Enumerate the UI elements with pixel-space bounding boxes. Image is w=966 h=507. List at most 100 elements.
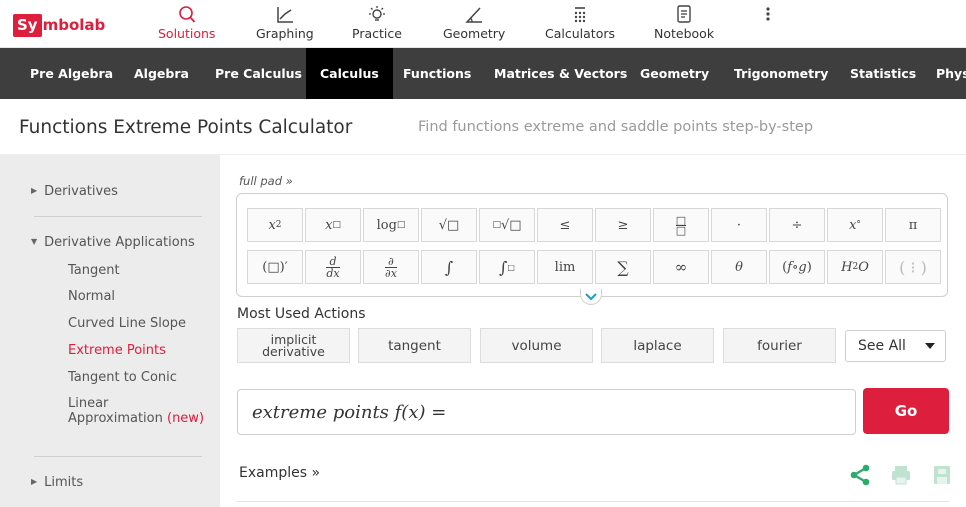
save-to-notebook-icon[interactable] [930,463,954,487]
share-icon[interactable] [848,463,872,487]
sidebar-item-label: Linear [68,396,109,411]
caret-right-icon: ▶ [31,477,38,486]
sidebar-item-derivatives[interactable]: ▶ Derivatives [31,184,118,199]
action-fourier[interactable]: fourier [723,328,836,363]
action-label: derivative [262,343,325,359]
search-icon [178,6,195,23]
go-button[interactable]: Go [863,388,949,434]
key-derivative[interactable]: d dx [305,250,361,284]
action-laplace[interactable]: laplace [601,328,714,363]
notebook-icon [677,5,691,23]
action-tangent[interactable]: tangent [358,328,471,363]
key-greater-equal[interactable]: ≥ [595,208,651,242]
subject-pre-algebra[interactable]: Pre Algebra [30,48,113,99]
full-pad-link[interactable]: full pad » [239,174,293,188]
sidebar-item-label: Limits [44,475,84,490]
nav-label: Notebook [654,26,715,41]
nav-label: Solutions [158,26,216,41]
sidebar-item-extreme-points[interactable]: Extreme Points [68,343,166,358]
key-matrix[interactable]: ( ⁝ ) [885,250,941,284]
key-fraction[interactable]: □ □ [653,208,709,242]
divider [237,501,949,502]
top-bar: Sy mbolab Solutions Graphing Practice Geo… [0,0,966,48]
subject-functions[interactable]: Functions [403,48,471,99]
graph-icon [277,7,293,23]
nav-solutions[interactable]: Solutions [158,5,215,45]
expand-keypad-button[interactable] [580,289,602,305]
more-menu[interactable] [757,5,779,45]
subject-calculus[interactable]: Calculus [306,48,393,99]
subject-pre-calculus[interactable]: Pre Calculus [215,48,302,99]
sidebar-item-normal[interactable]: Normal [68,289,115,304]
sidebar-divider [34,456,202,457]
nav-calculators[interactable]: Calculators [545,5,615,45]
nav-label: Calculators [545,26,615,41]
page-title: Functions Extreme Points Calculator [19,117,353,138]
key-limit[interactable]: lim [537,250,593,284]
subject-bar: Pre Algebra Algebra Pre Calculus Calculu… [0,48,966,99]
key-x-power[interactable]: x □ [305,208,361,242]
math-keypad: x2 x □ log □ √□ □ √□ ≤ ≥ □ □ · ÷ x ° π (□)′ d… [236,193,948,297]
subject-physics[interactable]: Phys [936,48,966,99]
subject-matrices-vectors[interactable]: Matrices & Vectors [494,48,627,99]
dropdown-arrow-icon [925,343,935,349]
nav-label: Geometry [443,26,506,41]
more-vertical-icon [766,7,770,21]
key-less-equal[interactable]: ≤ [537,208,593,242]
nav-graphing[interactable]: Graphing [256,5,314,45]
page-subtitle: Find functions extreme and saddle points… [418,119,814,135]
key-theta[interactable]: θ [711,250,767,284]
see-all-dropdown[interactable]: See All [845,330,946,362]
key-definite-integral[interactable]: ∫ □ [479,250,535,284]
caret-down-icon: ▼ [31,237,38,246]
action-implicit-derivative[interactable]: implicit derivative [237,328,350,363]
nav-geometry[interactable]: Geometry [443,5,505,45]
lightbulb-icon [368,6,385,21]
key-chemistry[interactable]: H2O [827,250,883,284]
key-nth-root[interactable]: □ √□ [479,208,535,242]
nav-notebook[interactable]: Notebook [654,5,714,45]
sidebar-item-derivative-applications[interactable]: ▼ Derivative Applications [31,235,195,250]
sidebar-item-linear-approximation[interactable]: Linear Approximation (new) [68,396,204,426]
key-integral[interactable]: ∫ [421,250,477,284]
key-partial-derivative[interactable]: ∂ ∂x [363,250,419,284]
action-volume[interactable]: volume [480,328,593,363]
sidebar-item-limits[interactable]: ▶ Limits [31,475,83,490]
sidebar-item-label: Derivatives [44,184,118,199]
key-sum[interactable]: ∑ [595,250,651,284]
subject-geometry[interactable]: Geometry [640,48,709,99]
key-composition[interactable]: (f ∘ g) [769,250,825,284]
symbolab-logo[interactable]: Sy mbolab [13,13,105,37]
key-prime[interactable]: (□)′ [247,250,303,284]
sidebar-item-tangent[interactable]: Tangent [68,263,120,278]
print-icon[interactable] [889,463,913,487]
key-divide[interactable]: ÷ [769,208,825,242]
key-dot[interactable]: · [711,208,767,242]
angle-icon [465,7,483,23]
math-input[interactable]: extreme points f(x) = [237,389,856,435]
title-row: Functions Extreme Points Calculator Find… [0,99,966,155]
see-all-label: See All [858,338,906,354]
sidebar-item-tangent-to-conic[interactable]: Tangent to Conic [68,370,177,385]
examples-link[interactable]: Examples » [239,465,320,481]
subject-statistics[interactable]: Statistics [850,48,916,99]
subject-trigonometry[interactable]: Trigonometry [734,48,828,99]
nav-label: Practice [352,26,402,41]
key-pi[interactable]: π [885,208,941,242]
most-used-actions-title: Most Used Actions [237,306,366,322]
nav-practice[interactable]: Practice [352,5,402,45]
chevron-down-icon [585,292,597,300]
key-log[interactable]: log □ [363,208,419,242]
sidebar-item-label: Approximation [68,411,163,426]
new-badge: (new) [167,411,205,426]
key-x-squared[interactable]: x2 [247,208,303,242]
input-expression: extreme points f(x) = [252,402,447,423]
sidebar: ▶ Derivatives ▼ Derivative Applications Ta… [0,155,220,507]
calculator-icon [574,7,586,23]
key-sqrt[interactable]: √□ [421,208,477,242]
sidebar-item-curved-line-slope[interactable]: Curved Line Slope [68,316,186,331]
sidebar-divider [34,216,202,217]
key-degree[interactable]: x ° [827,208,883,242]
key-infinity[interactable]: ∞ [653,250,709,284]
subject-algebra[interactable]: Algebra [134,48,189,99]
